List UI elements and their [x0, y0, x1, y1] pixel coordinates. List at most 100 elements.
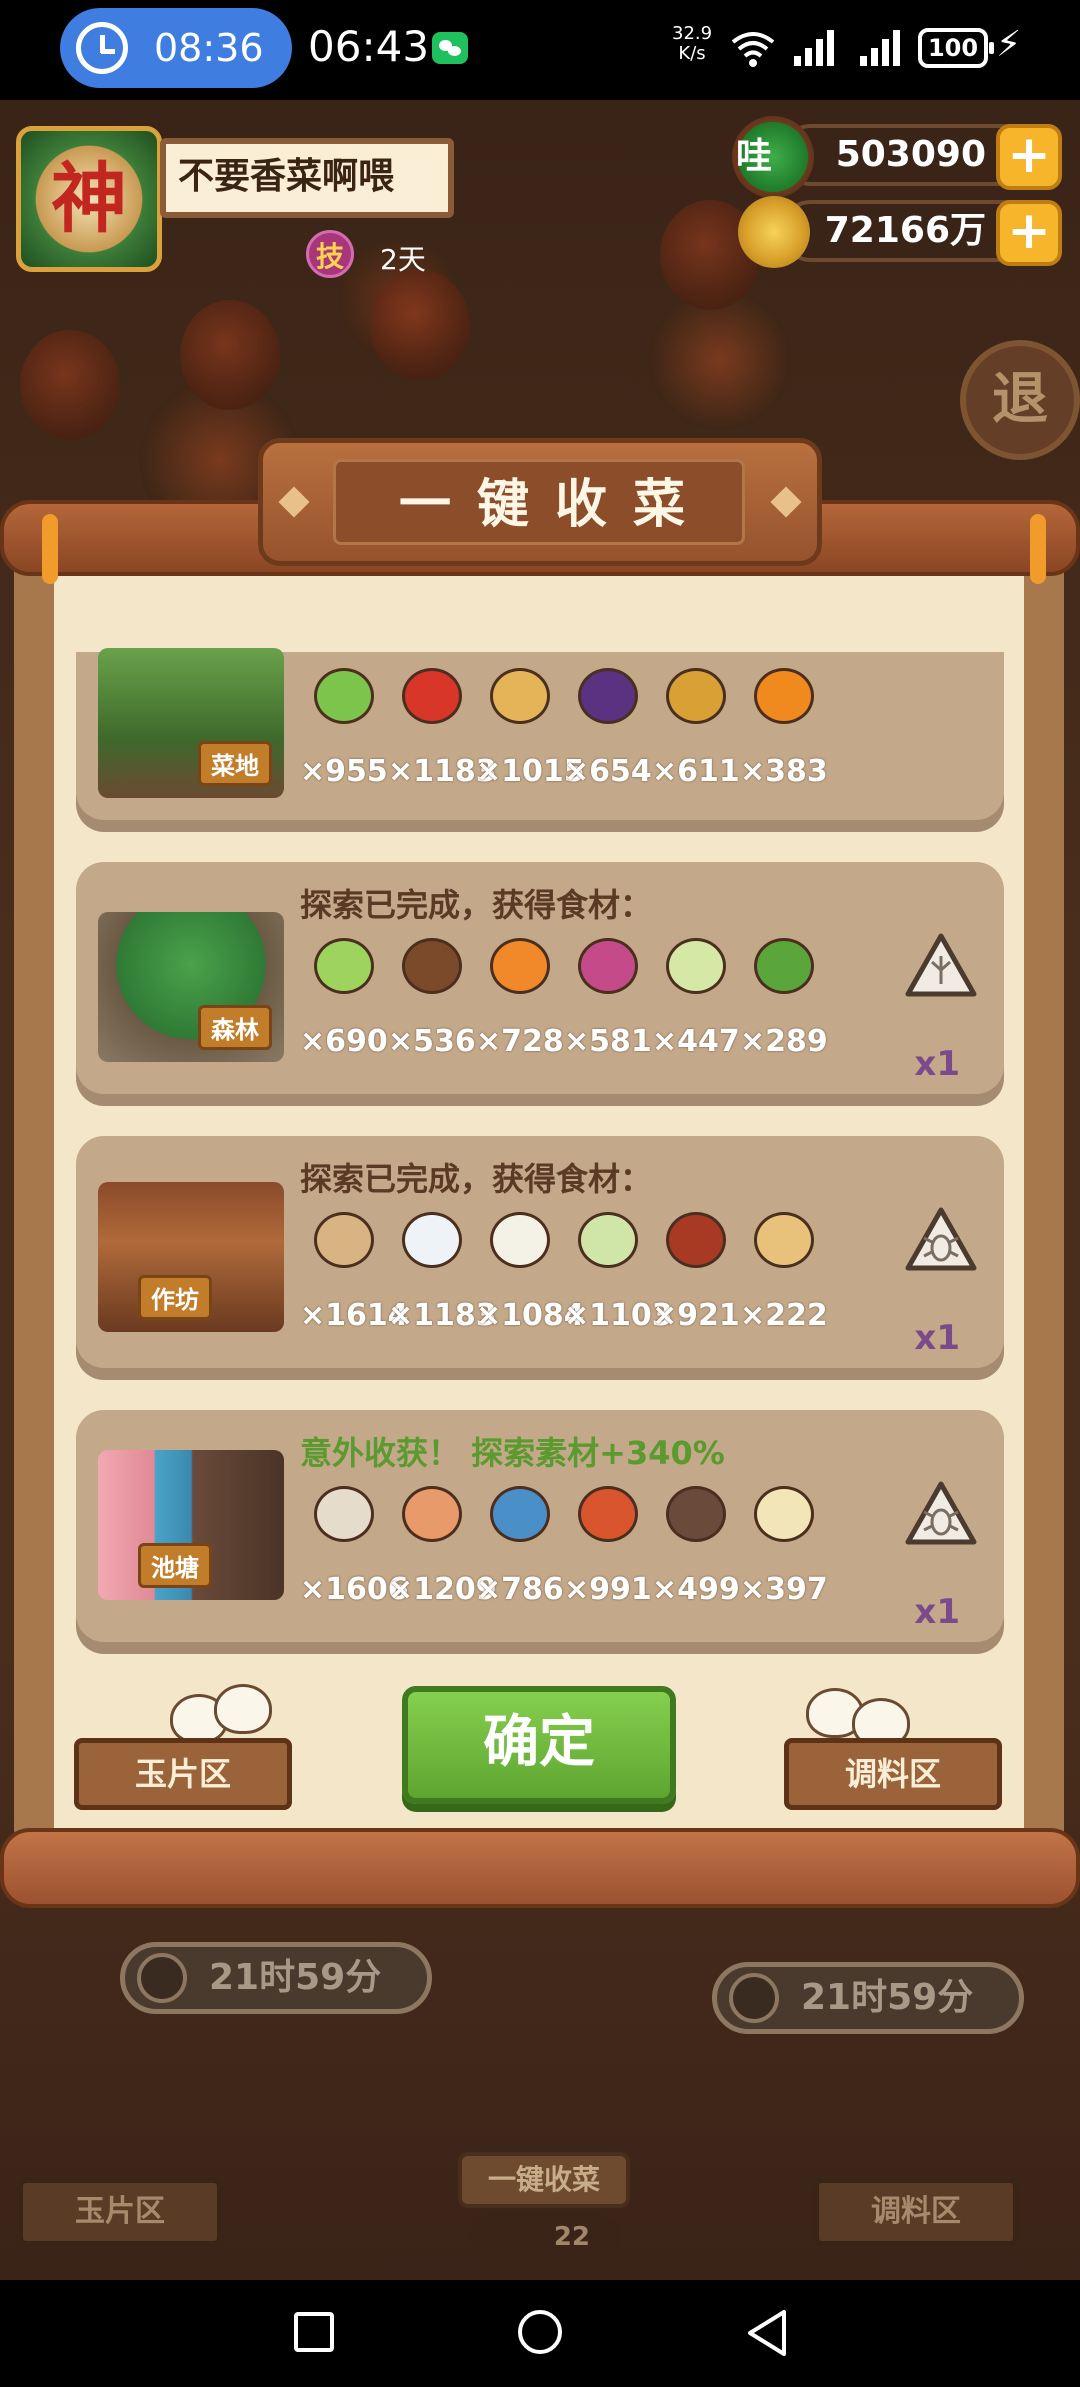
eggplant-icon: [578, 668, 638, 724]
clam-icon: [314, 1486, 374, 1542]
fish-icon: [490, 1486, 550, 1542]
bg-seasoning-area-button[interactable]: 调料区: [814, 2178, 1018, 2246]
food-qty: ×397: [740, 1572, 828, 1607]
turnip-icon: [578, 938, 638, 994]
title-banner: 一键收菜: [258, 438, 822, 566]
food-qty: ×786: [476, 1572, 564, 1607]
food-qty: ×611: [652, 754, 740, 789]
mushroom-icon: [402, 938, 462, 994]
timer-right: 21时59分: [712, 1962, 1024, 2034]
carrot-icon: [490, 938, 550, 994]
exit-button[interactable]: 退: [960, 340, 1080, 460]
confirm-button[interactable]: 确定: [402, 1686, 676, 1804]
token-count: x1: [914, 1592, 960, 1632]
timer-text: 21时59分: [209, 1957, 382, 1998]
add-jade-button[interactable]: +: [996, 124, 1062, 190]
one-tap-harvest-button[interactable]: 一键收菜: [458, 2152, 630, 2208]
shrimp-item: ×1209: [388, 1486, 497, 1616]
rod-knob-left: [42, 514, 58, 584]
lantern-icon: [370, 270, 470, 380]
add-coins-button[interactable]: +: [996, 200, 1062, 266]
sauce-jar-icon: [666, 1212, 726, 1268]
food-qty: ×955: [300, 754, 388, 789]
lantern-icon: [20, 330, 120, 440]
forest-location-image: 森林: [98, 912, 284, 1062]
jade-area-button[interactable]: 玉片区: [74, 1738, 292, 1810]
mushroom-item: ×536: [388, 938, 480, 1068]
coin-currency: 72166万 +: [738, 196, 1062, 268]
food-qty: ×1103: [564, 1298, 673, 1333]
harvest-card-forest: 森林 探索已完成，获得食材： ×690 ×536 ×728 ×581 ×447 …: [76, 862, 1004, 1094]
sticky-rice-icon: [578, 1212, 638, 1268]
card-status: 探索已完成，获得食材：: [300, 1160, 653, 1198]
potato-icon: [490, 668, 550, 724]
back-button-icon[interactable]: [744, 2308, 792, 2358]
meat-icon: [578, 1486, 638, 1542]
food-qty: ×1084: [476, 1298, 585, 1333]
card-status: 探索已完成，获得食材：: [300, 886, 653, 924]
seasoning-area-button[interactable]: 调料区: [784, 1738, 1002, 1810]
harvest-card-pond: 池塘 意外收获！ 探索素材+340% ×1606 ×1209 ×786 ×991…: [76, 1410, 1004, 1642]
bamboo-shoot-icon: [666, 938, 726, 994]
banner-ornament: [770, 486, 802, 518]
bg-jade-area-button[interactable]: 玉片区: [18, 2178, 222, 2246]
avatar[interactable]: 神: [16, 126, 162, 272]
net-speed-unit: K/s: [678, 43, 706, 64]
food-qty: ×1015: [476, 754, 585, 789]
meat-item: ×991: [564, 1486, 656, 1616]
status-bar: 08:36 06:43 32.9 K/s 100 ⚡: [0, 0, 1080, 100]
gold-coin-icon: [738, 196, 810, 268]
food-qty: ×728: [476, 1024, 564, 1059]
location-label: 森林: [198, 1005, 272, 1050]
signal-icon: [794, 30, 834, 66]
location-label: 菜地: [198, 741, 272, 786]
net-speed-value: 32.9: [672, 23, 713, 44]
bamboo-shoot-item: ×447: [652, 938, 744, 1068]
clock-icon: [137, 1953, 187, 2003]
skill-days: 2天: [380, 243, 426, 276]
recents-button-icon[interactable]: [294, 2312, 334, 2352]
food-qty: ×536: [388, 1024, 476, 1059]
crab-item: ×499: [652, 1486, 744, 1616]
pond-location-image: 池塘: [98, 1450, 284, 1600]
jade-coin-icon: 哇: [732, 116, 814, 198]
eggplant-item: ×654: [564, 668, 656, 798]
fish-item: ×786: [476, 1486, 568, 1616]
harvest-count-badge: 22: [470, 2214, 620, 2260]
wechat-icon: [432, 32, 468, 64]
alarm-time: 08:36: [154, 26, 264, 70]
flour-sack-icon: [314, 1212, 374, 1268]
pumpkin-item: ×383: [740, 668, 832, 798]
location-label: 池塘: [138, 1543, 212, 1588]
turnip-item: ×581: [564, 938, 656, 1068]
clam-item: ×1606: [300, 1486, 409, 1616]
fin-icon: [754, 1486, 814, 1542]
network-speed: 32.9 K/s: [672, 24, 712, 64]
shrimp-icon: [402, 1486, 462, 1542]
food-qty: ×1606: [300, 1572, 409, 1607]
crab-token-icon: [905, 1481, 977, 1545]
skill-badge-icon[interactable]: 技: [306, 230, 354, 278]
alarm-pill[interactable]: 08:36: [60, 8, 292, 88]
food-qty: ×1209: [388, 1572, 497, 1607]
avatar-title-glyph: 神: [51, 154, 127, 243]
pineapple-basket-item: ×611: [652, 668, 744, 798]
carrot-item: ×728: [476, 938, 568, 1068]
pumpkin-icon: [754, 668, 814, 724]
token-count: x1: [914, 1044, 960, 1084]
charging-bolt-icon: ⚡: [996, 24, 1022, 65]
food-qty: ×222: [740, 1298, 828, 1333]
food-qty: ×447: [652, 1024, 740, 1059]
bottom-scroll-rod: [0, 1828, 1080, 1908]
sticky-rice-item: ×1103: [564, 1212, 673, 1342]
harvest-card-field: 菜地 ×955 ×1183 ×1015 ×654 ×611 ×383: [76, 648, 1004, 820]
crab-icon: [666, 1486, 726, 1542]
harvest-card-workshop: 作坊 探索已完成，获得食材： ×1614 ×1183 ×1084 ×1103 ×…: [76, 1136, 1004, 1368]
potato-item: ×1015: [476, 668, 585, 798]
home-button-icon[interactable]: [518, 2310, 562, 2354]
gravy-boat-icon: [754, 1212, 814, 1268]
herb-item: ×289: [740, 938, 832, 1068]
pineapple-basket-icon: [666, 668, 726, 724]
bonus-status: 意外收获！ 探索素材+340%: [300, 1434, 725, 1472]
player-name: 不要香菜啊喂: [160, 138, 454, 218]
